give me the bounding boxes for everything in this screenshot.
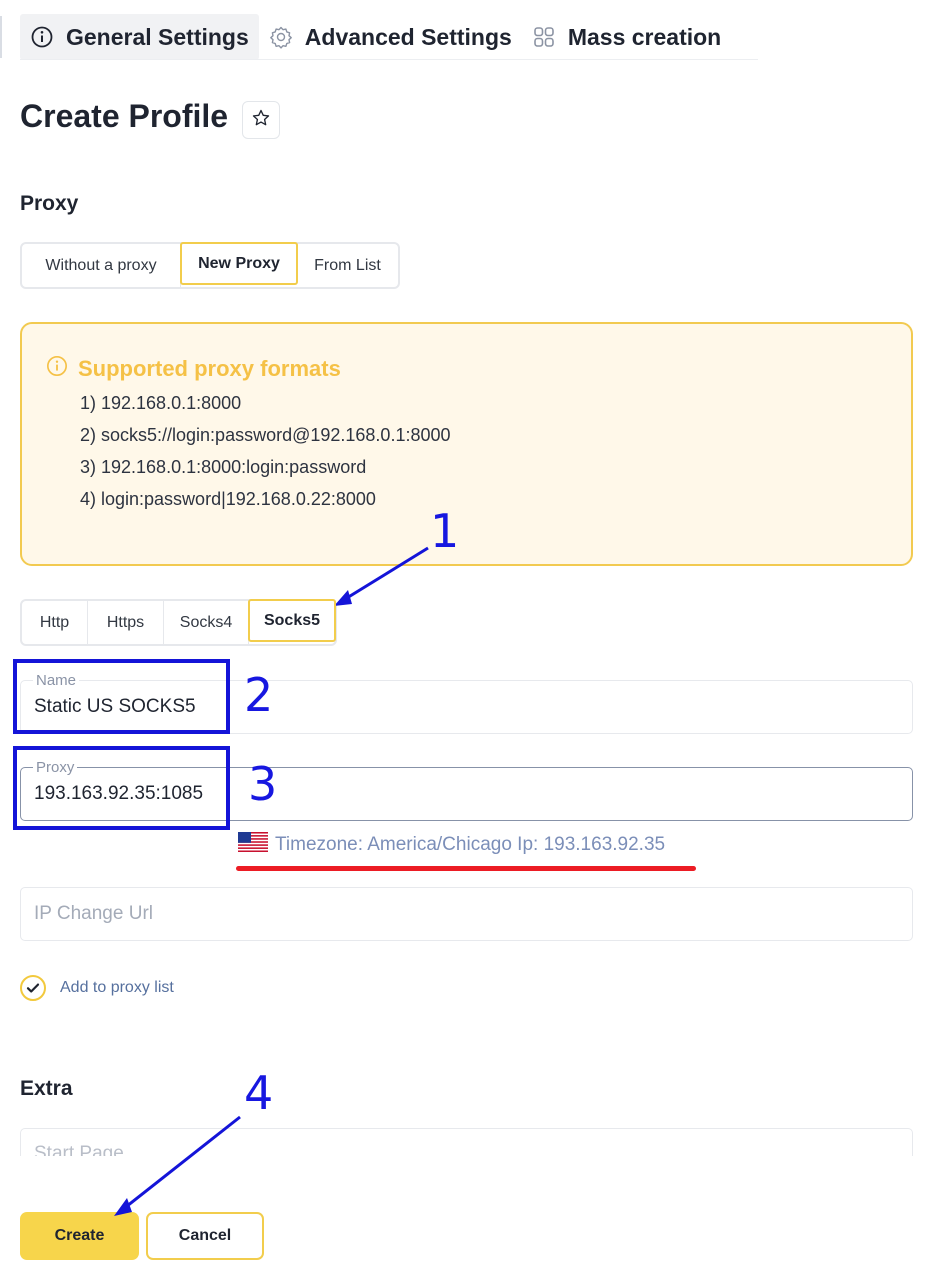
star-icon [251,108,271,133]
proxy-section-title: Proxy [20,192,79,215]
tab-mass-creation[interactable]: Mass creation [522,14,731,60]
mode-without-proxy[interactable]: Without a proxy [22,244,181,287]
sidebar-edge [0,16,2,58]
mode-new-proxy[interactable]: New Proxy [180,242,298,285]
info-header: Supported proxy formats [46,355,341,382]
format-item: 1) 192.168.0.1:8000 [80,393,242,413]
gear-icon [269,25,293,49]
cancel-button[interactable]: Cancel [146,1212,264,1260]
tab-advanced-settings[interactable]: Advanced Settings [259,14,522,60]
name-field-label: Name [33,672,80,689]
add-to-proxy-list-checkbox[interactable]: Add to proxy list [20,975,174,1001]
annotation-red-underline [236,866,696,871]
proxy-field[interactable]: Proxy 193.163.92.35:1085 [20,759,913,821]
start-page-input: Start Page [20,1128,913,1156]
start-page-placeholder: Start Page [34,1143,124,1156]
type-socks4[interactable]: Socks4 [164,601,249,644]
extra-section-title: Extra [20,1077,73,1100]
ip-change-url-placeholder: IP Change Url [34,903,153,924]
info-title: Supported proxy formats [78,355,341,381]
tabs-divider [20,59,758,60]
check-icon [20,975,46,1001]
settings-tabs: General Settings Advanced Settings Mass … [20,14,731,60]
timezone-info: Timezone: America/Chicago Ip: 193.163.92… [238,832,665,858]
favorite-button[interactable] [242,101,280,139]
timezone-text: Timezone: America/Chicago Ip: 193.163.92… [275,834,666,855]
proxy-type-selector: Http Https Socks4 Socks5 [20,599,337,646]
type-http[interactable]: Http [22,601,88,644]
annotation-number-4: 4 [244,1066,274,1120]
type-https[interactable]: Https [88,601,164,644]
us-flag-icon [238,832,268,858]
tab-general-settings[interactable]: General Settings [20,14,259,60]
grid-icon [532,25,556,49]
tab-mass-label: Mass creation [567,23,722,50]
name-field[interactable]: Name Static US SOCKS5 [20,672,913,734]
create-button[interactable]: Create [20,1212,139,1260]
add-to-proxy-list-label: Add to proxy list [60,979,174,996]
info-icon [30,25,54,49]
mode-from-list[interactable]: From List [297,244,398,287]
info-icon [46,355,68,382]
tab-advanced-label: Advanced Settings [304,23,512,50]
format-item: 2) socks5://login:password@192.168.0.1:8… [80,425,451,445]
proxy-mode-selector: Without a proxy New Proxy From List [20,242,400,289]
page-title: Create Profile [20,98,229,134]
name-field-value: Static US SOCKS5 [34,696,196,717]
format-item: 4) login:password|192.168.0.22:8000 [80,489,376,509]
tab-general-label: General Settings [66,23,249,50]
proxy-field-value: 193.163.92.35:1085 [34,783,204,804]
format-list: 1) 192.168.0.1:8000 2) socks5://login:pa… [80,387,451,515]
ip-change-url-field[interactable]: IP Change Url [20,887,913,941]
type-socks5[interactable]: Socks5 [248,599,336,642]
proxy-formats-info: Supported proxy formats 1) 192.168.0.1:8… [20,322,913,566]
start-page-field[interactable]: Start Page [20,1128,913,1156]
format-item: 3) 192.168.0.1:8000:login:password [80,457,367,477]
proxy-field-label: Proxy [33,759,78,776]
